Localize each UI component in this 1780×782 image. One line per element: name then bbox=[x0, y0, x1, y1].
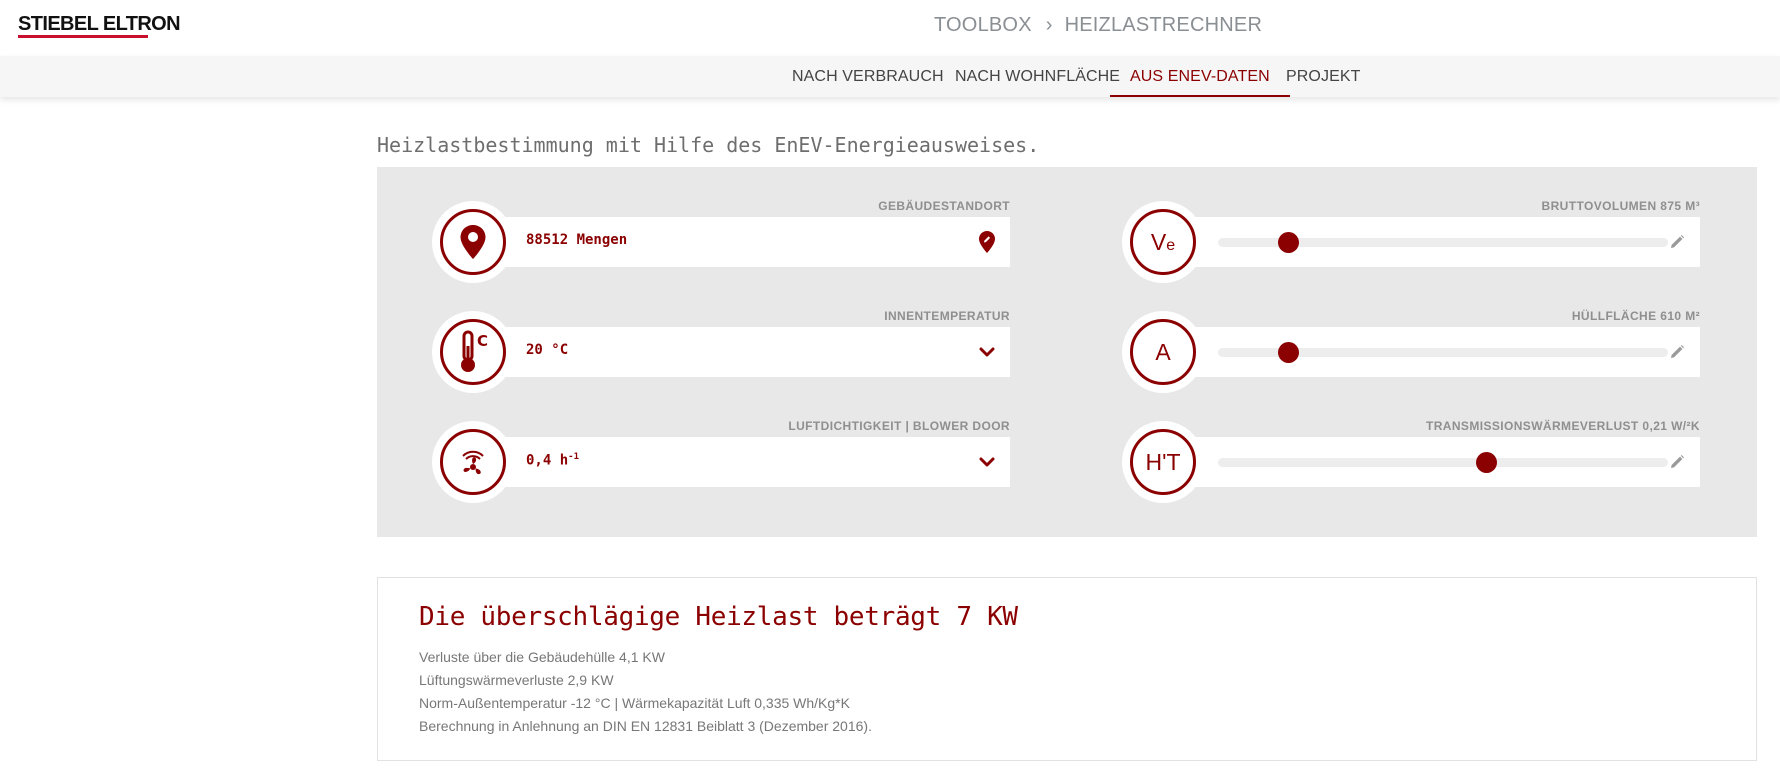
breadcrumb: TOOLBOX › HEIZLASTRECHNER bbox=[934, 14, 1262, 37]
gross-volume-slider[interactable] bbox=[1218, 232, 1668, 253]
transmission-loss-symbol-badge: H'T bbox=[1122, 421, 1204, 503]
transmission-symbol-icon: H'T bbox=[1130, 429, 1196, 495]
envelope-area-symbol-badge: A bbox=[1122, 311, 1204, 393]
location-input-box[interactable]: 88512 Mengen bbox=[482, 217, 1010, 267]
page-intro-heading: Heizlastbestimmung mit Hilfe des EnEV-En… bbox=[377, 133, 1040, 157]
breadcrumb-separator-icon: › bbox=[1045, 14, 1053, 36]
temperature-label: INNENTEMPERATUR bbox=[884, 309, 1010, 323]
result-box: Die überschlägige Heizlast beträgt 7 KW … bbox=[377, 577, 1757, 761]
airtightness-select[interactable]: 0,4 h-1 bbox=[482, 437, 1010, 487]
fan-icon bbox=[453, 442, 493, 482]
envelope-area-slider[interactable] bbox=[1218, 342, 1668, 363]
gross-volume-label: BRUTTOVOLUMEN 875 m³ bbox=[1541, 199, 1700, 213]
location-label: GEBÄUDESTANDORT bbox=[878, 199, 1010, 213]
stiebel-eltron-logo[interactable]: STIEBEL ELTRON bbox=[18, 13, 181, 38]
svg-text:C: C bbox=[477, 332, 488, 350]
gross-volume-symbol-badge: Ve bbox=[1122, 201, 1204, 283]
airtightness-icon-badge bbox=[432, 421, 514, 503]
location-value[interactable]: 88512 Mengen bbox=[526, 232, 627, 248]
location-field: GEBÄUDESTANDORT 88512 Mengen bbox=[432, 167, 1010, 283]
tab-aus-enev-daten[interactable]: AUS ENEV-DATEN bbox=[1110, 56, 1290, 97]
envelope-area-field: HÜLLFLÄCHE 610 m² A bbox=[1122, 277, 1700, 393]
temperature-select[interactable]: 20 °C bbox=[482, 327, 1010, 377]
top-header: STIEBEL ELTRON TOOLBOX › HEIZLASTRECHNER bbox=[0, 0, 1780, 56]
result-title: Die überschlägige Heizlast beträgt 7 KW bbox=[419, 602, 1018, 632]
pencil-icon[interactable] bbox=[1666, 451, 1688, 473]
temperature-icon-badge: C bbox=[432, 311, 514, 393]
airtightness-field: LUFTDICHTIGKEIT | BLOWER DOOR 0,4 h-1 bbox=[432, 387, 1010, 503]
logo-underline bbox=[18, 35, 148, 38]
location-icon-badge bbox=[432, 201, 514, 283]
result-line-ventilation-loss: Lüftungswärmeverluste 2,9 KW bbox=[419, 672, 614, 688]
thermometer-icon: C bbox=[454, 330, 492, 374]
pencil-icon[interactable] bbox=[1666, 231, 1688, 253]
gross-volume-field: BRUTTOVOLUMEN 875 m³ Ve bbox=[1122, 167, 1700, 283]
volume-symbol-icon: Ve bbox=[1130, 209, 1196, 275]
envelope-area-label: HÜLLFLÄCHE 610 m² bbox=[1571, 309, 1700, 323]
chevron-down-icon[interactable] bbox=[976, 341, 998, 363]
logo-text: STIEBEL ELTRON bbox=[18, 13, 181, 35]
result-line-calculation-basis: Berechnung in Anlehnung an DIN EN 12831 … bbox=[419, 718, 872, 734]
area-symbol-icon: A bbox=[1130, 319, 1196, 385]
envelope-area-slider-box bbox=[1172, 327, 1700, 377]
transmission-loss-field: TRANSMISSIONSWÄRMEVERLUST 0,21 W/²K H'T bbox=[1122, 387, 1700, 503]
temperature-field: INNENTEMPERATUR 20 °C C bbox=[432, 277, 1010, 393]
location-edit-icon[interactable] bbox=[976, 231, 998, 253]
pencil-icon[interactable] bbox=[1666, 341, 1688, 363]
temperature-value[interactable]: 20 °C bbox=[526, 342, 568, 358]
breadcrumb-heizlastrechner: HEIZLASTRECHNER bbox=[1064, 14, 1263, 36]
transmission-loss-slider[interactable] bbox=[1218, 452, 1668, 473]
airtightness-label: LUFTDICHTIGKEIT | BLOWER DOOR bbox=[788, 419, 1010, 433]
tab-navigation: NACH VERBRAUCH NACH WOHNFLÄCHE AUS ENEV-… bbox=[0, 56, 1780, 97]
gross-volume-slider-thumb[interactable] bbox=[1277, 232, 1299, 253]
gross-volume-slider-box bbox=[1172, 217, 1700, 267]
result-line-outdoor-temperature: Norm-Außentemperatur -12 °C | Wärmekapaz… bbox=[419, 695, 850, 711]
transmission-loss-label: TRANSMISSIONSWÄRMEVERLUST 0,21 W/²K bbox=[1425, 419, 1700, 433]
chevron-down-icon[interactable] bbox=[976, 451, 998, 473]
transmission-loss-slider-thumb[interactable] bbox=[1475, 452, 1497, 473]
result-line-envelope-loss: Verluste über die Gebäudehülle 4,1 KW bbox=[419, 649, 665, 665]
airtightness-value[interactable]: 0,4 h-1 bbox=[526, 452, 579, 469]
envelope-area-slider-thumb[interactable] bbox=[1277, 342, 1299, 363]
breadcrumb-toolbox-link[interactable]: TOOLBOX bbox=[934, 14, 1032, 36]
transmission-loss-slider-box bbox=[1172, 437, 1700, 487]
location-pin-icon bbox=[459, 224, 487, 260]
input-panel: GEBÄUDESTANDORT 88512 Mengen INNENTEMPER… bbox=[377, 167, 1757, 537]
tab-projekt[interactable]: PROJEKT bbox=[1266, 56, 1381, 97]
